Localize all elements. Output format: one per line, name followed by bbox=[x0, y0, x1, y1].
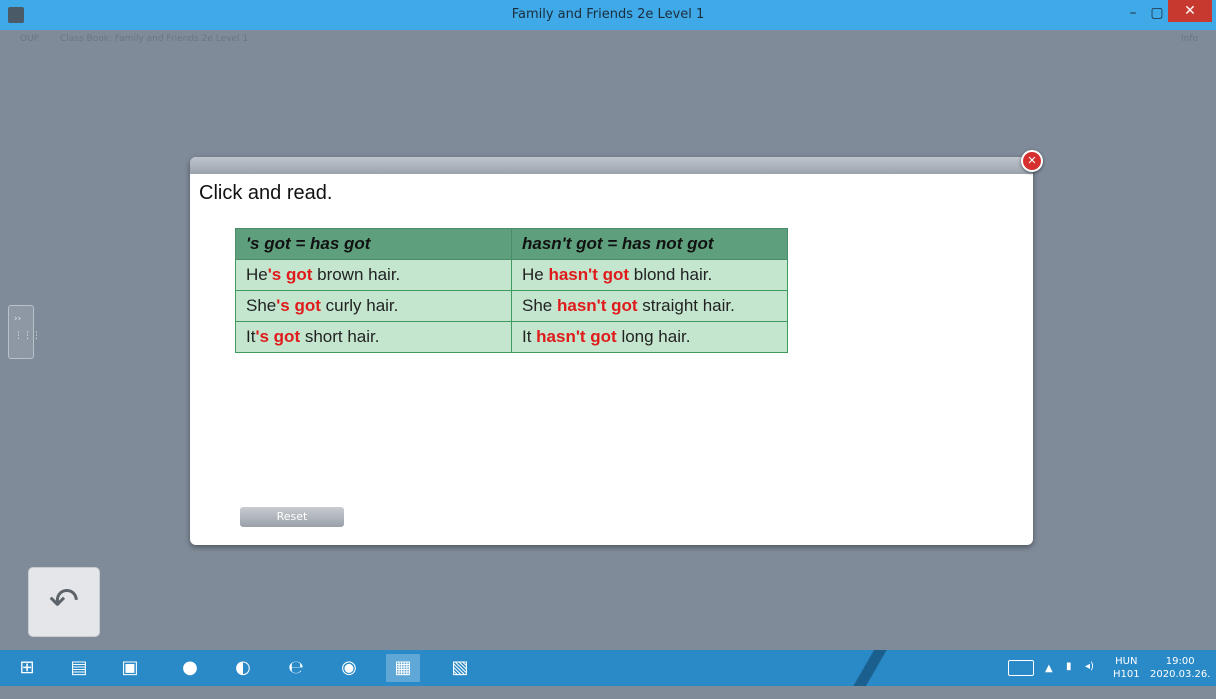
sentence-cell[interactable]: He's got brown hair. bbox=[235, 259, 512, 291]
sentence-text: She bbox=[246, 296, 277, 315]
app-icon[interactable]: ▦ bbox=[386, 654, 420, 682]
table-row: She's got curly hair. She hasn't got str… bbox=[235, 290, 788, 322]
table-header-cell: hasn't got = has not got bbox=[511, 228, 788, 260]
dialog-close-button[interactable]: ✕ bbox=[1021, 150, 1043, 172]
sentence-highlight: 's got bbox=[276, 296, 321, 315]
sentence-text: straight hair. bbox=[637, 296, 735, 315]
maximize-button[interactable]: ▢ bbox=[1144, 2, 1170, 24]
dialog-title: Click and read. bbox=[199, 182, 333, 204]
sentence-highlight: 's got bbox=[267, 265, 313, 284]
sentence-text: It bbox=[522, 327, 537, 346]
volume-icon[interactable]: ◂) bbox=[1085, 661, 1094, 697]
grammar-table: 's got = has got hasn't got = has not go… bbox=[235, 228, 788, 353]
sentence-text: brown hair. bbox=[312, 265, 401, 284]
tray-expand-icon[interactable]: ▲ bbox=[1045, 663, 1053, 699]
taskbar-decoration bbox=[810, 650, 930, 686]
language-code: HUN bbox=[1115, 656, 1138, 667]
table-row: He's got brown hair. He hasn't got blond… bbox=[235, 259, 788, 291]
window-titlebar: Family and Friends 2e Level 1 – ▢ ✕ bbox=[0, 0, 1216, 30]
sentence-text: short hair. bbox=[300, 327, 380, 346]
back-arrow-icon: ↶ bbox=[48, 581, 80, 622]
keyboard-layout: H101 bbox=[1113, 669, 1140, 680]
info-link[interactable]: Info bbox=[1181, 34, 1198, 44]
activity-dialog: ✕ Click and read. 's got = has got hasn'… bbox=[190, 150, 1043, 545]
taskbar: ⊞ ▤ ▣ ● ◐ ℮ ◉ ▦ ▧ ▲ ▮ ◂) HUN H101 19:00 … bbox=[0, 650, 1216, 686]
file-explorer-icon[interactable]: ▤ bbox=[62, 654, 96, 682]
sentence-highlight: 's got bbox=[255, 327, 301, 346]
grid-handle-icon: ⋮⋮⋮ bbox=[14, 331, 41, 341]
sentence-text: He bbox=[246, 265, 268, 284]
sentence-cell[interactable]: It hasn't got long hair. bbox=[511, 321, 788, 353]
reset-button[interactable]: Reset bbox=[240, 507, 344, 527]
sentence-text: He bbox=[522, 265, 549, 284]
window-title: Family and Friends 2e Level 1 bbox=[511, 7, 705, 22]
word-icon[interactable]: ▧ bbox=[443, 654, 477, 682]
clock-time: 19:00 bbox=[1165, 656, 1195, 667]
sentence-cell[interactable]: She hasn't got straight hair. bbox=[511, 290, 788, 322]
sentence-cell[interactable]: He hasn't got blond hair. bbox=[511, 259, 788, 291]
sentence-text: She bbox=[522, 296, 557, 315]
breadcrumb-item[interactable]: OUP bbox=[20, 34, 39, 44]
close-window-button[interactable]: ✕ bbox=[1168, 0, 1212, 22]
expand-arrows-icon: ›› bbox=[14, 314, 22, 324]
store-icon[interactable]: ▣ bbox=[113, 654, 147, 682]
clock-date: 2020.03.26. bbox=[1150, 669, 1211, 680]
sentence-highlight: hasn't got bbox=[536, 327, 617, 346]
sentence-highlight: hasn't got bbox=[556, 296, 638, 315]
minimize-button[interactable]: – bbox=[1120, 2, 1146, 24]
windows-icon[interactable]: ⊞ bbox=[10, 654, 44, 682]
steam-icon[interactable]: ◐ bbox=[226, 654, 260, 682]
table-header-cell: 's got = has got bbox=[235, 228, 512, 260]
chrome-icon[interactable]: ◉ bbox=[332, 654, 366, 682]
firefox-icon[interactable]: ● bbox=[173, 654, 207, 682]
keyboard-icon[interactable] bbox=[1008, 660, 1034, 676]
network-icon[interactable]: ▮ bbox=[1066, 661, 1072, 697]
side-panel-toggle[interactable]: ›› ⋮⋮⋮ bbox=[8, 305, 41, 359]
sentence-text: blond hair. bbox=[629, 265, 713, 284]
back-button[interactable]: ↶ bbox=[28, 567, 100, 637]
internet-explorer-icon[interactable]: ℮ bbox=[279, 654, 313, 682]
dialog-header-bar bbox=[190, 157, 1033, 174]
sentence-cell[interactable]: It's got short hair. bbox=[235, 321, 512, 353]
sentence-highlight: hasn't got bbox=[548, 265, 630, 284]
table-row: It's got short hair. It hasn't got long … bbox=[235, 321, 788, 353]
sentence-text: curly hair. bbox=[320, 296, 399, 315]
sentence-cell[interactable]: She's got curly hair. bbox=[235, 290, 512, 322]
sentence-text: long hair. bbox=[616, 327, 691, 346]
breadcrumb-item[interactable]: Class Book: Family and Friends 2e Level … bbox=[60, 34, 248, 44]
breadcrumb: OUP Class Book: Family and Friends 2e Le… bbox=[20, 34, 266, 44]
